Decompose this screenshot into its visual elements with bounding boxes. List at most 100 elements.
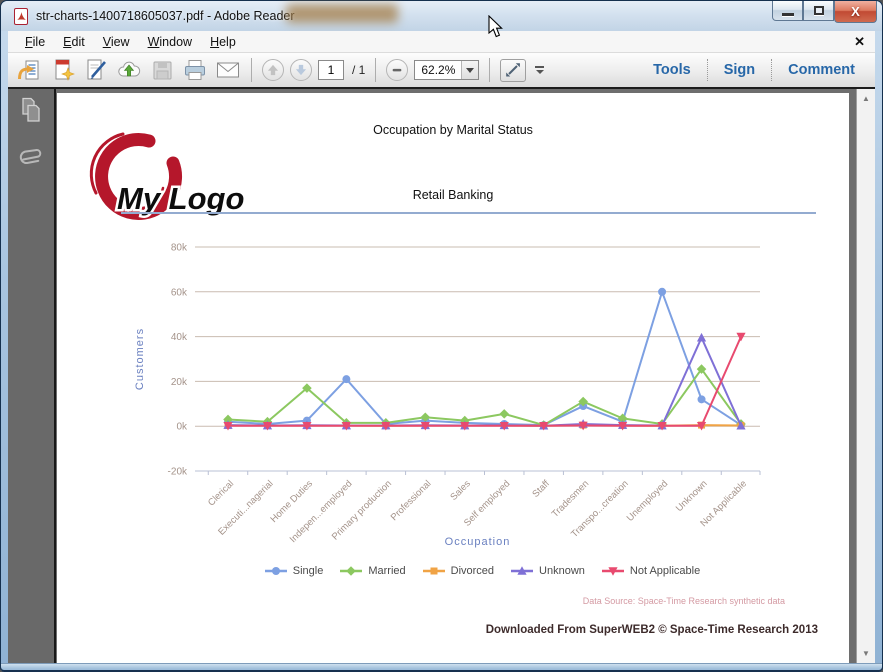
download-footer: Downloaded From SuperWEB2 © Space-Time R…: [485, 624, 818, 636]
header-rule: [121, 212, 816, 214]
y-tick-label: 60k: [171, 287, 188, 298]
sign-document-icon: [87, 59, 106, 80]
previous-page-button[interactable]: [262, 59, 284, 81]
tools-link[interactable]: Tools: [643, 62, 701, 78]
legend-marker-icon: [340, 566, 363, 576]
save-button[interactable]: [148, 57, 175, 83]
email-button[interactable]: [214, 57, 241, 83]
close-button[interactable]: X: [834, 1, 877, 23]
minimize-button[interactable]: [772, 1, 803, 21]
legend-marker-icon: [422, 567, 445, 575]
menu-item-window[interactable]: Window: [139, 33, 201, 51]
y-axis-title: Customers: [134, 328, 146, 390]
document-area: Occupation by Marital Status My Logo Ret…: [56, 89, 875, 663]
x-category-label: Clerical: [206, 478, 236, 508]
blurred-region: [286, 4, 398, 23]
my-logo: My Logo: [89, 132, 247, 220]
vertical-scrollbar[interactable]: ▲ ▼: [856, 89, 875, 663]
legend-item-divorced: Divorced: [422, 565, 494, 577]
y-tick-label: -20k: [168, 467, 188, 478]
pdf-page: Occupation by Marital Status My Logo Ret…: [57, 93, 849, 663]
menubar-close-icon[interactable]: ✕: [854, 34, 865, 50]
x-axis-title: Occupation: [445, 536, 511, 548]
legend-item-unknown: Unknown: [510, 565, 585, 577]
zoom-level-control[interactable]: 62.2%: [414, 60, 480, 80]
menu-item-edit[interactable]: Edit: [54, 33, 94, 51]
toolbar-overflow-icon: [535, 66, 545, 68]
legend-label: Married: [368, 565, 406, 577]
legend-label: Not Applicable: [629, 565, 701, 577]
chart-legend: Single Married Divorced Unknown Not Applicab…: [57, 565, 849, 577]
toolbar-dotted-separator: [771, 59, 773, 81]
toolbar-separator: [489, 58, 491, 82]
menu-item-file[interactable]: File: [16, 33, 54, 51]
toolbar-separator: [251, 58, 252, 82]
y-tick-label: 20k: [171, 377, 188, 388]
x-category-label: Professional: [389, 478, 434, 523]
comment-link[interactable]: Comment: [778, 62, 865, 78]
chevron-down-icon: [466, 67, 475, 73]
report-subtitle: Retail Banking: [412, 188, 494, 202]
zoom-dropdown-button[interactable]: [461, 61, 479, 79]
toolbar-dotted-separator: [706, 59, 708, 81]
save-icon: [153, 61, 171, 80]
legend-label: Divorced: [450, 565, 495, 577]
print-button[interactable]: [181, 57, 208, 83]
adobe-pdf-icon: [14, 7, 28, 25]
legend-marker-icon: [511, 566, 534, 575]
data-source-note: Data Source: Space-Time Research synthet…: [582, 596, 785, 606]
legend-marker-icon: [601, 567, 624, 576]
x-category-label: Tradesmen: [550, 478, 592, 520]
page-thumbnails-icon[interactable]: [19, 97, 43, 123]
scroll-down-icon[interactable]: ▼: [857, 645, 875, 662]
x-category-label: Sales: [448, 478, 473, 503]
y-tick-label: 0k: [176, 422, 188, 433]
zoom-out-icon: [392, 68, 402, 72]
next-page-icon: [295, 64, 307, 76]
create-pdf-icon: [55, 59, 75, 81]
close-icon: X: [851, 4, 860, 19]
title-bar[interactable]: str-charts-1400718605037.pdf - Adobe Rea…: [1, 1, 882, 31]
y-tick-label: 80k: [171, 243, 188, 254]
email-icon: [216, 62, 239, 78]
next-page-button[interactable]: [290, 59, 312, 81]
legend-item-single: Single: [264, 565, 324, 577]
restore-button[interactable]: [803, 1, 834, 21]
scroll-up-icon[interactable]: ▲: [857, 90, 875, 107]
menu-item-help[interactable]: Help: [201, 33, 245, 51]
attachments-paperclip-icon[interactable]: [18, 143, 44, 171]
adobe-reader-window: str-charts-1400718605037.pdf - Adobe Rea…: [0, 0, 883, 672]
sign-document-button[interactable]: [82, 57, 109, 83]
series-line-single: [227, 290, 742, 427]
toolbar-overflow-button[interactable]: [532, 66, 547, 74]
legend-item-not-applicable: Not Applicable: [601, 565, 700, 577]
cloud-upload-button[interactable]: [115, 57, 142, 83]
open-file-button[interactable]: [16, 57, 43, 83]
create-pdf-button[interactable]: [49, 57, 76, 83]
x-category-label: Staff: [530, 478, 552, 500]
menu-item-view[interactable]: View: [94, 33, 139, 51]
cloud-upload-icon: [117, 61, 140, 77]
legend-label: Unknown: [539, 565, 585, 577]
fit-window-button[interactable]: [500, 58, 527, 82]
line-chart: 80k60k40k20k0k-20kClericalExecuti...nage…: [134, 243, 761, 548]
sign-link[interactable]: Sign: [714, 62, 765, 78]
page-total-label: / 1: [352, 63, 366, 77]
legend-item-married: Married: [339, 565, 406, 577]
legend-label: Single: [292, 565, 324, 577]
menu-items: File Edit View Window Help: [16, 33, 245, 51]
zoom-out-button[interactable]: [386, 59, 409, 81]
series-line-married: [227, 368, 742, 427]
page-number-input[interactable]: [318, 60, 344, 80]
restore-icon: [813, 6, 824, 15]
x-category-label: Unknown: [674, 478, 710, 514]
previous-page-icon: [267, 64, 279, 76]
mouse-cursor: [488, 15, 503, 38]
toolbar: / 1 62.2% Tools Sign: [8, 53, 875, 87]
zoom-level-value: 62.2%: [421, 63, 456, 77]
navigation-pane: [8, 89, 54, 663]
x-category-label: Unemployed: [625, 478, 670, 523]
y-tick-label: 40k: [171, 332, 188, 343]
print-icon: [184, 60, 205, 80]
legend-marker-icon: [264, 567, 287, 575]
